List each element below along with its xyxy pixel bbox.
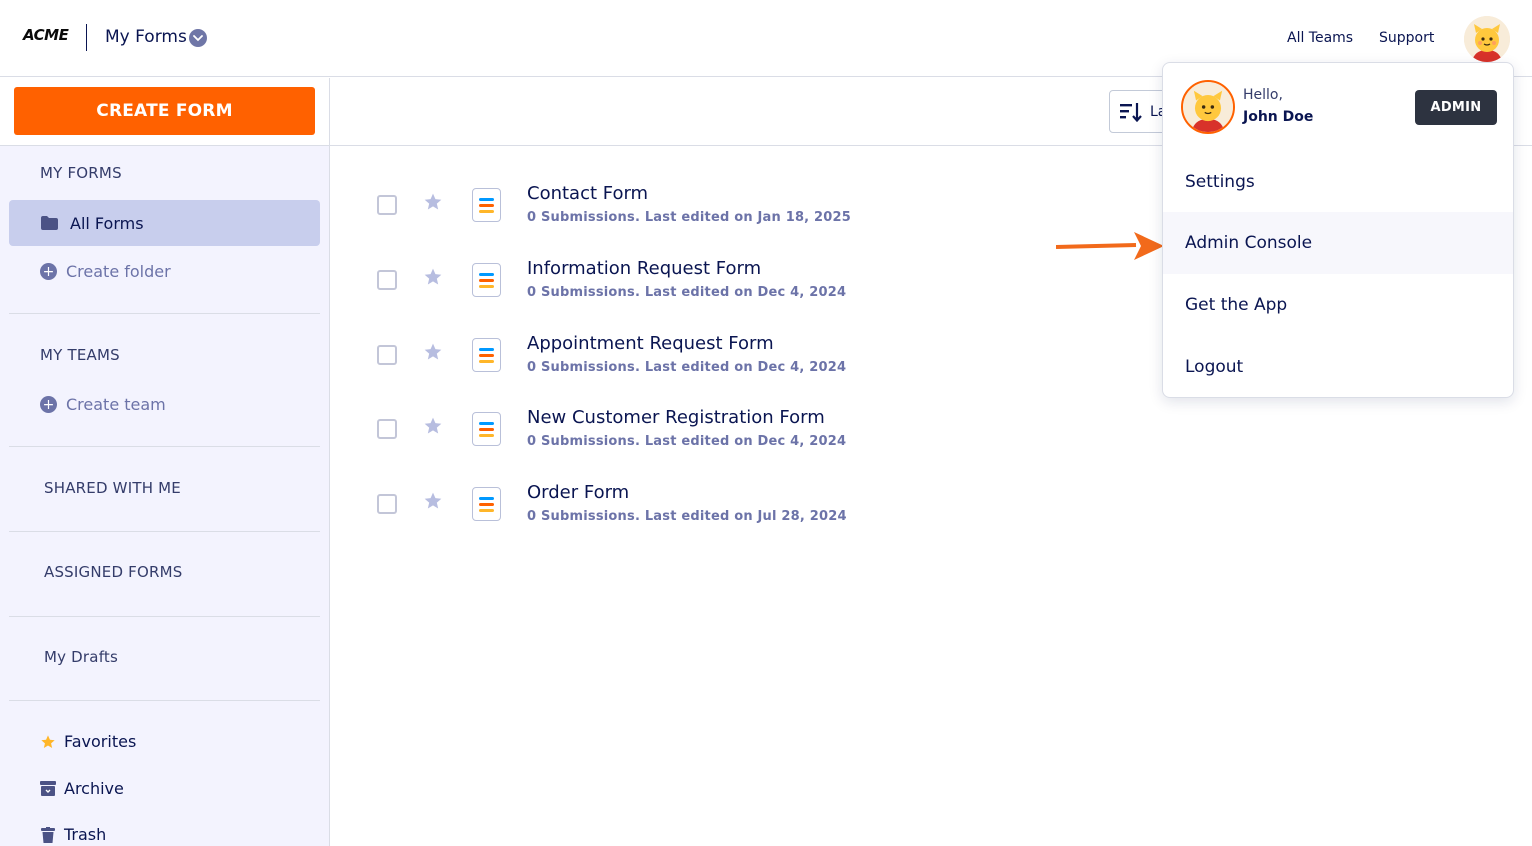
create-team-button[interactable]: + Create team [40, 395, 166, 414]
select-checkbox[interactable] [377, 494, 397, 514]
menu-item-admin-console[interactable]: Admin Console [1163, 212, 1513, 274]
form-title[interactable]: New Customer Registration Form [527, 407, 825, 428]
sidebar: CREATE FORM MY FORMS All Forms + Create … [0, 78, 330, 846]
form-meta: 0 Submissions. Last edited on Dec 4, 202… [527, 285, 847, 300]
my-teams-heading: MY TEAMS [40, 346, 120, 364]
sort-icon [1120, 102, 1142, 122]
create-area: CREATE FORM [0, 78, 329, 146]
select-checkbox[interactable] [377, 419, 397, 439]
form-title[interactable]: Information Request Form [527, 258, 761, 279]
page-title[interactable]: My Forms [105, 27, 187, 47]
form-icon [472, 487, 501, 521]
avatar[interactable] [1464, 16, 1510, 62]
sidebar-item-all-forms[interactable]: All Forms [9, 200, 320, 246]
list-item[interactable]: New Customer Registration Form 0 Submissi… [377, 404, 1197, 464]
admin-badge[interactable]: ADMIN [1415, 90, 1497, 125]
form-meta: 0 Submissions. Last edited on Jan 18, 20… [527, 210, 852, 225]
chevron-down-icon[interactable] [189, 29, 207, 47]
shared-with-me-link[interactable]: SHARED WITH ME [44, 479, 181, 497]
form-icon [472, 412, 501, 446]
user-name: John Doe [1243, 109, 1314, 125]
star-icon[interactable] [423, 416, 443, 440]
archive-label: Archive [64, 779, 124, 798]
form-icon [472, 263, 501, 297]
menu-item-settings[interactable]: Settings [1163, 151, 1513, 213]
arrow-annotation [1055, 232, 1166, 266]
menu-item-logout[interactable]: Logout [1163, 336, 1513, 398]
user-menu: Hello, John Doe ADMIN Settings Admin Con… [1162, 62, 1514, 398]
acme-logo[interactable]: ACME [23, 26, 69, 44]
sidebar-item-label: All Forms [70, 213, 144, 233]
star-icon[interactable] [423, 342, 443, 366]
assigned-forms-link[interactable]: ASSIGNED FORMS [44, 563, 183, 581]
select-checkbox[interactable] [377, 195, 397, 215]
star-icon [40, 734, 56, 750]
form-meta: 0 Submissions. Last edited on Dec 4, 202… [527, 360, 847, 375]
star-icon[interactable] [423, 192, 443, 216]
create-form-button[interactable]: CREATE FORM [14, 87, 315, 135]
form-title[interactable]: Appointment Request Form [527, 333, 774, 354]
list-item[interactable]: Order Form 0 Submissions. Last edited on … [377, 479, 1197, 539]
divider [9, 700, 320, 701]
sidebar-item-archive[interactable]: Archive [40, 779, 124, 798]
select-checkbox[interactable] [377, 270, 397, 290]
form-icon [472, 338, 501, 372]
list-item[interactable]: Appointment Request Form 0 Submissions. L… [377, 330, 1197, 390]
greeting: Hello, [1243, 87, 1283, 103]
sidebar-item-trash[interactable]: Trash [40, 825, 106, 844]
logo-divider [86, 24, 87, 51]
create-team-label: Create team [66, 395, 166, 414]
trash-label: Trash [64, 825, 107, 844]
form-title[interactable]: Order Form [527, 482, 629, 503]
divider [9, 616, 320, 617]
form-icon [472, 188, 501, 222]
menu-item-get-the-app[interactable]: Get the App [1163, 274, 1513, 336]
divider [9, 313, 320, 314]
plus-icon: + [40, 396, 57, 413]
avatar [1181, 80, 1235, 134]
create-folder-label: Create folder [66, 262, 171, 281]
favorites-label: Favorites [64, 732, 137, 751]
support-link[interactable]: Support [1379, 30, 1434, 46]
plus-icon: + [40, 263, 57, 280]
divider [9, 531, 320, 532]
star-icon[interactable] [423, 267, 443, 291]
form-title[interactable]: Contact Form [527, 183, 648, 204]
archive-icon [40, 781, 56, 797]
my-drafts-link[interactable]: My Drafts [44, 648, 118, 666]
form-meta: 0 Submissions. Last edited on Jul 28, 20… [527, 509, 847, 524]
all-teams-link[interactable]: All Teams [1287, 30, 1353, 46]
sidebar-item-favorites[interactable]: Favorites [40, 732, 136, 751]
my-forms-heading: MY FORMS [40, 164, 122, 182]
star-icon[interactable] [423, 491, 443, 515]
divider [9, 446, 320, 447]
folder-icon [40, 214, 58, 232]
list-item[interactable]: Contact Form 0 Submissions. Last edited o… [377, 180, 1197, 240]
form-meta: 0 Submissions. Last edited on Dec 4, 202… [527, 434, 847, 449]
select-checkbox[interactable] [377, 345, 397, 365]
trash-icon [40, 826, 56, 843]
create-folder-button[interactable]: + Create folder [40, 262, 171, 281]
